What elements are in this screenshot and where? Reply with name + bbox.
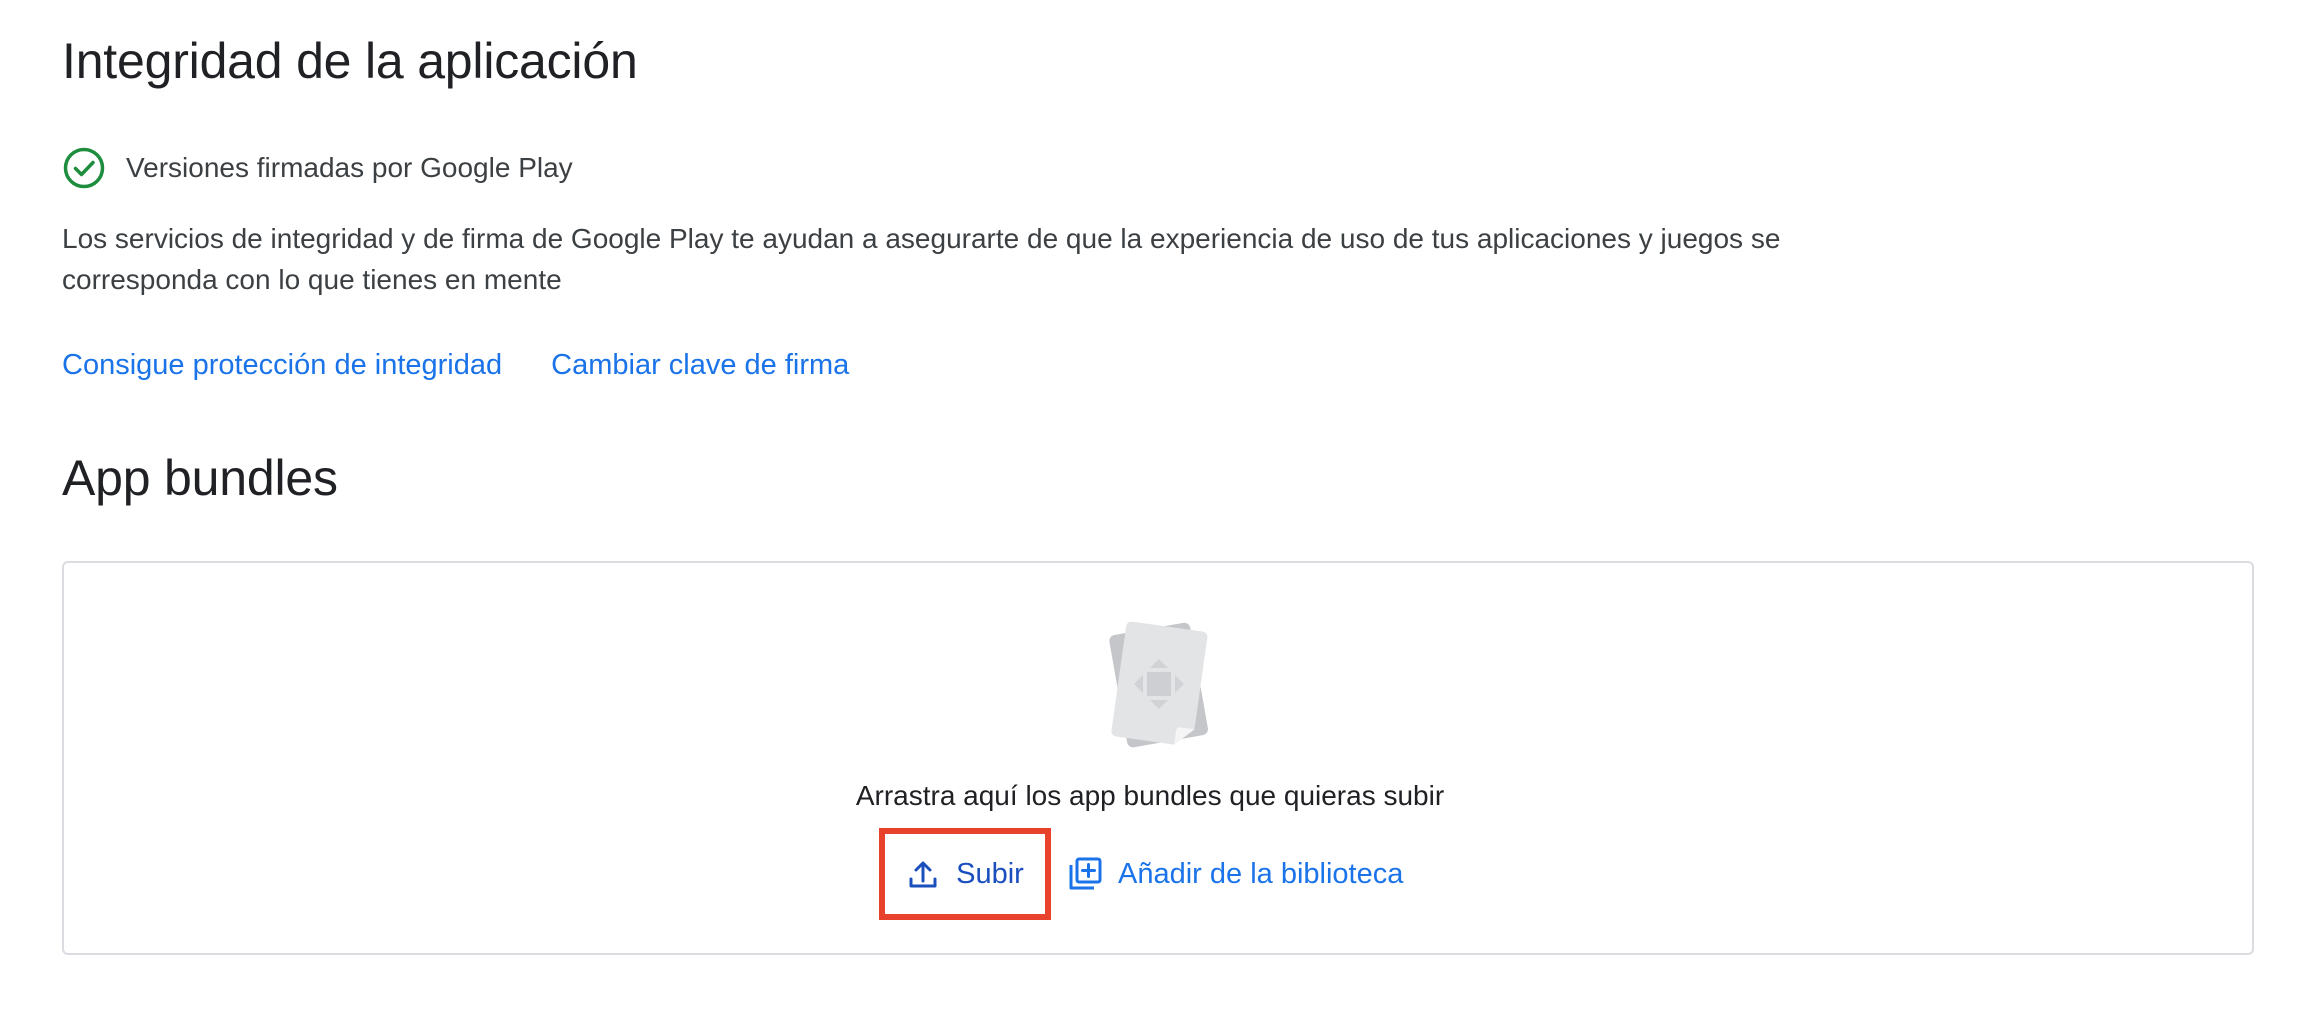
add-from-library-label: Añadir de la biblioteca <box>1118 857 1404 890</box>
change-signing-key-link[interactable]: Cambiar clave de firma <box>551 349 849 382</box>
get-integrity-protection-link[interactable]: Consigue protección de integridad <box>62 349 502 382</box>
app-integrity-heading: Integridad de la aplicación <box>62 33 638 89</box>
signing-status: Versiones firmadas por Google Play <box>62 145 573 191</box>
dropzone-instruction: Arrastra aquí los app bundles que quiera… <box>855 780 1445 811</box>
upload-button-label: Subir <box>956 857 1024 890</box>
upload-button[interactable]: Subir <box>879 828 1051 920</box>
app-bundle-file-icon <box>1094 616 1224 758</box>
add-from-library-button[interactable]: Añadir de la biblioteca <box>1066 852 1403 896</box>
integrity-description: Los servicios de integridad y de firma d… <box>62 223 1781 295</box>
upload-icon <box>906 857 940 891</box>
signing-status-text: Versiones firmadas por Google Play <box>126 152 573 183</box>
integrity-links: Consigue protección de integridad Cambia… <box>62 345 849 385</box>
check-circle-icon <box>62 146 106 190</box>
page: Integridad de la aplicación Versiones fi… <box>0 0 2300 1030</box>
add-to-library-icon <box>1066 855 1104 893</box>
app-bundles-heading: App bundles <box>62 450 338 506</box>
